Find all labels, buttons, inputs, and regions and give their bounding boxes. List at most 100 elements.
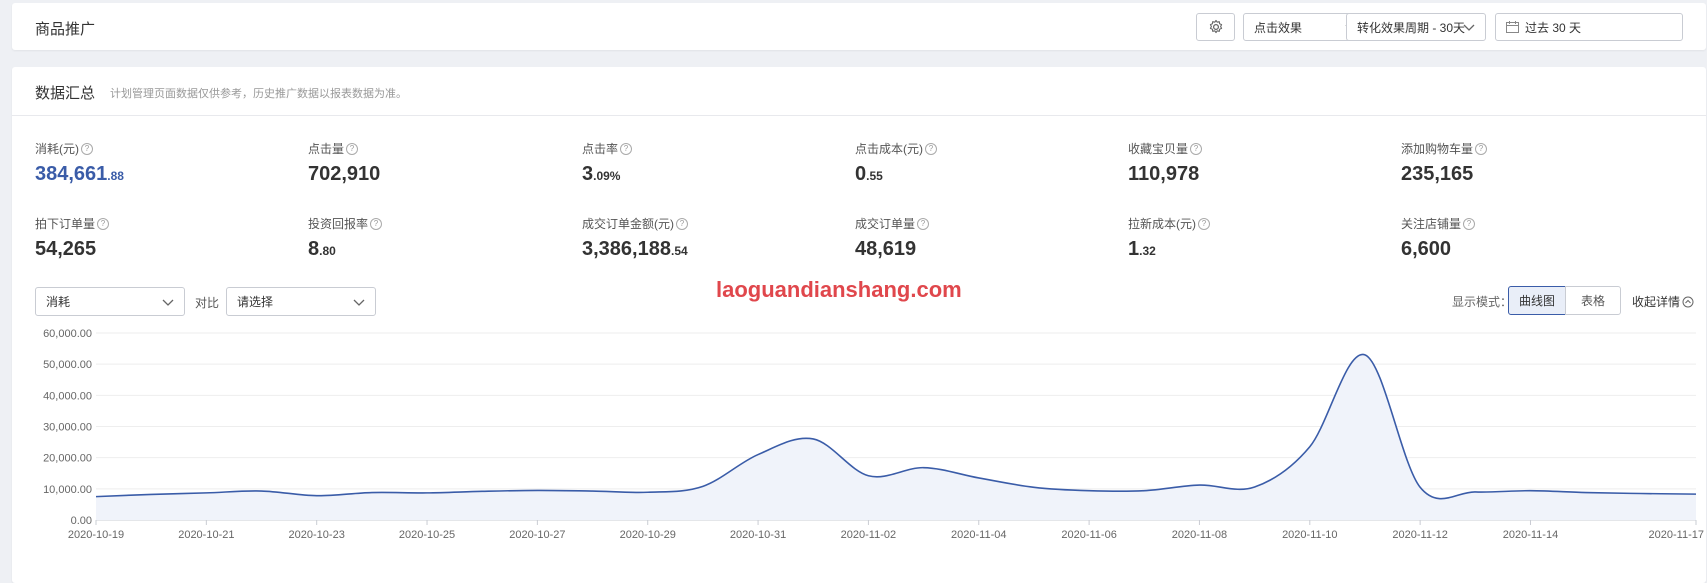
metric-label: 收藏宝贝量 — [1128, 142, 1189, 156]
y-tick-label: 20,000.00 — [43, 453, 92, 465]
metric-value-int: 3 — [582, 163, 594, 185]
help-icon[interactable]: ? — [917, 217, 930, 230]
help-icon[interactable]: ? — [346, 142, 359, 155]
metric-roi: 投资回报率? 8.80 — [308, 215, 568, 261]
x-tick-label: 2020-10-25 — [399, 529, 455, 541]
metric-value-dec: .32 — [1139, 244, 1156, 258]
chevron-down-icon — [353, 299, 365, 306]
y-tick-label: 30,000.00 — [43, 422, 92, 434]
compare-label: 对比 — [195, 296, 220, 310]
metric-label: 点击率 — [582, 142, 619, 156]
help-icon[interactable]: ? — [1198, 217, 1210, 230]
metric-label: 拍下订单量 — [35, 217, 96, 231]
metric-value-int: 0 — [855, 163, 867, 185]
metric-acquisition-cost: 拉新成本(元)? 1.32 — [1128, 215, 1388, 261]
collapse-details-link[interactable]: 收起详情 — [1632, 293, 1694, 310]
metric-value-int: 3,386,188 — [582, 238, 671, 260]
metric-value-dec: .54 — [670, 244, 688, 258]
metric-label: 点击成本(元) — [855, 142, 923, 156]
x-tick-label: 2020-11-14 — [1503, 529, 1558, 541]
metric-value-int: 235,165 — [1401, 163, 1474, 185]
metric-value-int: 54,265 — [35, 238, 97, 260]
collapse-details-label: 收起详情 — [1632, 295, 1681, 309]
calendar-icon — [1506, 21, 1519, 33]
y-tick-label: 10,000.00 — [43, 484, 92, 496]
summary-note: 计划管理页面数据仅供参考，历史推广数据以报表数据为准。 — [110, 88, 407, 100]
metric-gmv: 成交订单金额(元)? 3,386,188.54 — [582, 215, 842, 261]
help-icon[interactable]: ? — [676, 217, 688, 230]
metric-value-int: 384,661 — [35, 163, 108, 185]
metric-label: 关注店铺量 — [1401, 217, 1462, 231]
metric-label: 投资回报率 — [308, 217, 369, 231]
metric-label: 成交订单量 — [855, 217, 916, 231]
metric-orders-paid: 成交订单量? 48,619 — [855, 215, 1115, 261]
x-tick-label: 2020-11-06 — [1061, 529, 1116, 541]
metric-value-dec: .55 — [866, 169, 883, 183]
metric-value-int: 48,619 — [855, 238, 917, 260]
metric-clicks: 点击量? 702,910 — [308, 140, 568, 186]
x-tick-label: 2020-11-12 — [1392, 529, 1447, 541]
x-tick-label: 2020-10-27 — [509, 529, 565, 541]
help-icon[interactable]: ? — [620, 142, 633, 155]
watermark-text: laoguandianshang.com — [716, 277, 962, 302]
data-summary-card: 数据汇总 计划管理页面数据仅供参考，历史推广数据以报表数据为准。 消耗(元)? … — [12, 67, 1706, 583]
click-effect-value: 点击效果 — [1254, 20, 1303, 35]
help-icon[interactable]: ? — [1190, 142, 1203, 155]
x-tick-label: 2020-10-31 — [730, 529, 786, 541]
metric-spend: 消耗(元)? 384,661.88 — [35, 140, 295, 186]
metric-cpc: 点击成本(元)? 0.55 — [855, 140, 1115, 186]
x-tick-label: 2020-11-04 — [951, 529, 1006, 541]
metric-ctr: 点击率? 3.09% — [582, 140, 842, 186]
conversion-cycle-value: 转化效果周期 - 30天 — [1357, 20, 1466, 35]
metric-label: 消耗(元) — [35, 142, 79, 156]
x-tick-label: 2020-11-08 — [1172, 529, 1227, 541]
chevron-down-icon — [162, 299, 174, 306]
compare-metric-value: 请选择 — [237, 295, 274, 309]
metric-label: 成交订单金额(元) — [582, 217, 674, 231]
help-icon[interactable]: ? — [370, 217, 383, 230]
help-icon[interactable]: ? — [925, 142, 937, 155]
metric-value-dec: .88 — [107, 169, 124, 183]
chart-metric-value: 消耗 — [46, 295, 71, 309]
chart-metric-select[interactable]: 消耗 — [35, 287, 185, 316]
metric-value-int: 8 — [308, 238, 320, 260]
x-tick-label: 2020-10-23 — [289, 529, 345, 541]
curve-view-button[interactable]: 曲线图 — [1508, 286, 1566, 315]
help-icon[interactable]: ? — [97, 217, 110, 230]
metric-store-follows: 关注店铺量? 6,600 — [1401, 215, 1661, 261]
conversion-cycle-select[interactable]: 转化效果周期 - 30天 — [1346, 13, 1486, 41]
date-range-value: 过去 30 天 — [1525, 20, 1582, 35]
compare-metric-select[interactable]: 请选择 — [226, 287, 376, 316]
y-tick-label: 50,000.00 — [43, 359, 92, 371]
metric-value-dec: .80 — [319, 244, 336, 258]
help-icon[interactable]: ? — [81, 142, 93, 155]
metric-value-int: 1 — [1128, 238, 1140, 260]
settings-button[interactable] — [1196, 13, 1235, 41]
x-tick-label: 2020-10-29 — [620, 529, 676, 541]
gear-icon — [1209, 19, 1222, 34]
help-icon[interactable]: ? — [1475, 142, 1488, 155]
help-icon[interactable]: ? — [1463, 217, 1476, 230]
metric-favorites: 收藏宝贝量? 110,978 — [1128, 140, 1388, 186]
metric-value-int: 6,600 — [1401, 238, 1452, 260]
metric-value-int: 702,910 — [308, 163, 381, 185]
date-range-picker[interactable]: 过去 30 天 — [1495, 13, 1683, 41]
metric-label: 点击量 — [308, 142, 345, 156]
metric-value-dec: .09% — [593, 169, 621, 183]
page-title: 商品推广 — [35, 21, 96, 38]
top-bar: 商品推广 点击效果 转化效果周期 - 30天 过去 30 天 — [12, 3, 1706, 50]
metric-add-to-cart: 添加购物车量? 235,165 — [1401, 140, 1661, 186]
metric-label: 添加购物车量 — [1401, 142, 1474, 156]
x-tick-label: 2020-11-17 — [1649, 529, 1704, 541]
y-tick-label: 0.00 — [71, 515, 92, 527]
x-tick-label: 2020-11-02 — [841, 529, 896, 541]
summary-header: 数据汇总 计划管理页面数据仅供参考，历史推广数据以报表数据为准。 — [12, 67, 1706, 116]
metric-label: 拉新成本(元) — [1128, 217, 1196, 231]
table-view-button[interactable]: 表格 — [1565, 286, 1621, 315]
x-tick-label: 2020-10-21 — [178, 529, 234, 541]
spend-trend-chart: 60,000.00 50,000.00 40,000.00 30,000.00 20,0… — [43, 328, 1704, 541]
summary-title: 数据汇总 — [35, 85, 96, 102]
y-tick-label: 40,000.00 — [43, 390, 92, 402]
chevron-up-circle-icon — [1682, 296, 1694, 307]
x-tick-label: 2020-11-10 — [1282, 529, 1337, 541]
